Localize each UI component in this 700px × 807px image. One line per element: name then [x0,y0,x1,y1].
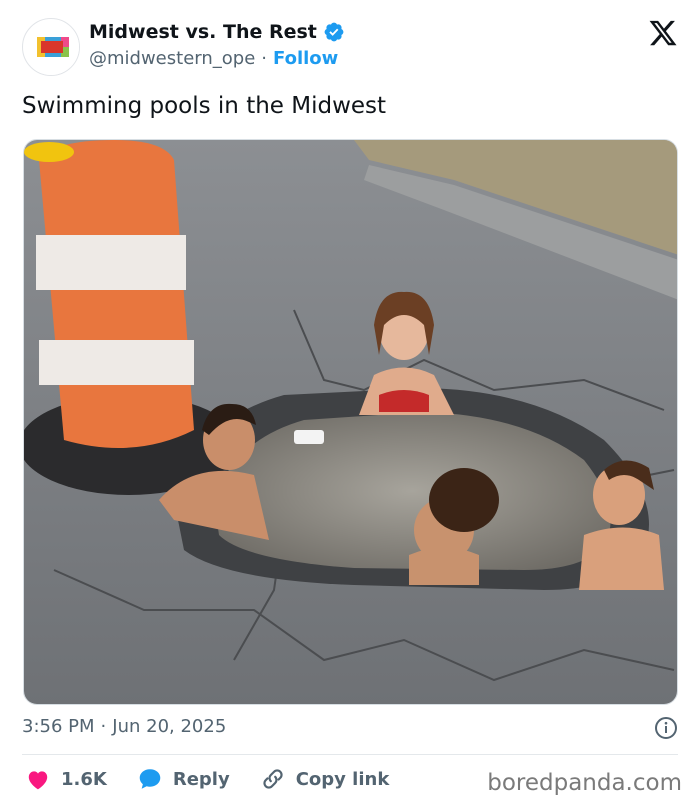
follow-link[interactable]: Follow [273,48,338,69]
x-logo-icon[interactable] [648,18,678,48]
like-count: 1.6K [61,768,107,790]
author-display-name[interactable]: Midwest vs. The Rest [89,21,317,43]
like-button[interactable]: 1.6K [25,766,107,792]
author-avatar[interactable] [22,18,80,76]
reply-button[interactable]: Reply [137,766,230,792]
tweet-timestamp[interactable]: 3:56 PM · Jun 20, 2025 [22,716,226,737]
tweet-text: Swimming pools in the Midwest [22,93,387,119]
link-icon [263,769,283,789]
avatar-logo-image [24,20,79,75]
reply-label: Reply [172,768,230,790]
reply-bubble-icon [139,769,161,789]
source-watermark: boredpanda.com [487,770,682,796]
handle-separator: · [261,48,268,69]
heart-icon [28,771,48,790]
author-handle[interactable]: @midwestern_ope [89,48,255,69]
info-icon[interactable] [654,716,678,740]
author-name-row: Midwest vs. The Rest [89,21,345,43]
actions-divider [22,754,678,755]
verified-badge-icon [324,22,344,42]
tweet-embed-card: Midwest vs. The Rest @midwestern_ope · F… [0,0,700,807]
tweet-date: Jun 20, 2025 [112,716,227,737]
copy-link-label: Copy link [295,768,390,790]
tweet-photo[interactable] [23,139,678,705]
pothole-photo-illustration [24,140,677,704]
tweet-time: 3:56 PM [22,716,95,737]
copy-link-button[interactable]: Copy link [260,766,390,792]
author-handle-row: @midwestern_ope · Follow [89,48,338,69]
timestamp-separator: · [100,716,107,737]
tweet-actions-bar: 1.6K Reply Copy link [25,766,419,792]
